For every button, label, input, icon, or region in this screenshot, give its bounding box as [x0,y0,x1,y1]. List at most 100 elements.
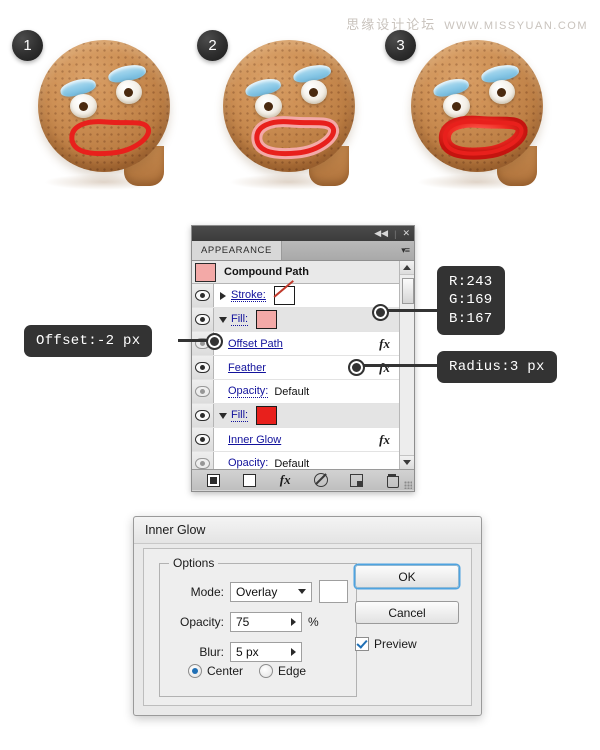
duplicate-item-button[interactable] [339,470,375,490]
row-label-opacity-1[interactable]: Opacity: [228,385,269,398]
clear-appearance-button[interactable] [303,470,339,490]
step-badge-1: 1 [12,30,43,61]
opacity-value: 75 [236,615,250,629]
radio-edge[interactable]: Edge [259,664,306,678]
effect-options-icon[interactable]: fx [379,432,390,448]
radio-edge-dot [259,664,274,678]
callout-offset: Offset:-2 px [24,325,153,358]
row-label-feather[interactable]: Feather [228,362,266,374]
eye-icon [195,386,210,397]
scroll-up-icon[interactable] [400,261,414,275]
fill-swatch-red[interactable] [256,406,278,425]
panel-footer-toolbar: fx [192,470,414,490]
visibility-toggle[interactable] [192,404,214,427]
appearance-row-opacity-1[interactable]: Opacity: Default [192,380,400,404]
radio-center[interactable]: Center [188,664,243,678]
steps-illustration: 1 2 3 [0,28,600,208]
cookie-shadow [229,174,349,190]
eye-right [301,80,327,104]
blur-value: 5 px [236,645,259,659]
stepper-icon[interactable] [291,648,296,656]
visibility-toggle[interactable] [192,380,214,403]
row-label-stroke[interactable]: Stroke: [231,289,266,302]
disclosure-triangle-icon[interactable] [217,292,228,300]
pupil-right [124,88,133,97]
appearance-panel: ◀◀ | ✕ APPEARANCE ▾≡ Compound Path Strok… [191,225,415,492]
panel-menu-icon[interactable]: ▾≡ [401,245,410,256]
opacity-unit: % [308,615,319,629]
tab-appearance[interactable]: APPEARANCE [192,241,282,260]
add-new-effect-icon: fx [279,472,291,487]
chevron-down-icon [298,589,306,594]
stroke-swatch-none[interactable] [273,286,295,305]
resize-grip-icon[interactable] [404,481,412,489]
appearance-row-inner-glow[interactable]: Inner Glow fx [192,428,400,452]
stepper-icon[interactable] [291,618,296,626]
eye-icon [195,434,210,445]
fill-swatch-pink[interactable] [256,310,278,329]
add-new-stroke-icon [207,473,221,487]
blur-label: Blur: [199,645,224,659]
opacity-input[interactable]: 75 [230,612,302,632]
add-new-fill-button[interactable] [232,470,268,490]
visibility-toggle[interactable] [192,428,214,451]
step-illustration-2: 2 [197,28,365,203]
visibility-toggle[interactable] [192,284,214,307]
preview-checkbox[interactable]: Preview [355,637,459,651]
add-new-effect-button[interactable]: fx [267,470,303,490]
options-group: Options Mode: Overlay Opacity: 75 % Blur… [159,556,357,697]
radius-callout-dot [348,359,365,376]
row-label-offset-path[interactable]: Offset Path [228,338,283,350]
panel-tabbar: APPEARANCE ▾≡ [192,241,414,261]
eye-icon [195,362,210,373]
screenshot-root: 思缘设计论坛 WWW.MISSYUAN.COM 1 2 3 ◀◀ | ✕ APP… [0,0,600,750]
cancel-button[interactable]: Cancel [355,601,459,624]
collapse-icon[interactable]: ◀◀ [374,229,388,238]
effect-options-icon[interactable]: fx [379,336,390,352]
disclosure-triangle-icon[interactable] [217,317,228,323]
close-icon[interactable]: ✕ [402,229,410,238]
dialog-buttons: OK Cancel Preview [355,565,459,651]
appearance-row-opacity-2[interactable]: Opacity: Default [192,452,400,469]
eye-right [116,80,142,104]
visibility-toggle[interactable] [192,308,214,331]
row-label-fill-1[interactable]: Fill: [231,313,249,326]
row-label-fill-2[interactable]: Fill: [231,409,249,422]
cookie-shadow [417,174,537,190]
eye-icon [195,458,210,469]
pupil-right [497,88,506,97]
step-illustration-1: 1 [12,28,180,203]
visibility-toggle[interactable] [192,452,214,469]
visibility-toggle[interactable] [192,356,214,379]
cookie-shadow [44,174,164,190]
appearance-row-fill-1[interactable]: Fill: [192,308,400,332]
row-label-inner-glow[interactable]: Inner Glow [228,434,281,446]
glow-position-radios: Center Edge [188,664,306,678]
scrollbar-thumb[interactable] [402,278,414,304]
scroll-down-icon[interactable] [400,455,414,469]
row-label-opacity-2[interactable]: Opacity: [228,457,268,469]
dialog-title: Inner Glow [134,517,481,544]
mode-select[interactable]: Overlay [230,581,312,602]
appearance-row-feather[interactable]: Feather fx [192,356,400,380]
panel-titlebar: ◀◀ | ✕ [192,226,414,241]
appearance-row-fill-2[interactable]: Fill: [192,404,400,428]
blur-input[interactable]: 5 px [230,642,302,662]
opacity-value-1: Default [274,385,310,398]
radio-center-label: Center [207,664,244,678]
glow-color-swatch[interactable] [319,580,348,603]
dialog-content: Options Mode: Overlay Opacity: 75 % Blur… [143,548,472,706]
disclosure-triangle-icon[interactable] [217,413,228,419]
ok-button[interactable]: OK [355,565,459,588]
appearance-row-offset-path[interactable]: Offset Path fx [192,332,400,356]
object-thumbnail [195,262,216,282]
blur-row: Blur: 5 px [160,642,356,662]
appearance-row-stroke[interactable]: Stroke: [192,284,400,308]
radio-edge-label: Edge [278,664,307,678]
mode-label: Mode: [190,584,224,599]
add-new-stroke-button[interactable] [196,470,232,490]
duplicate-item-icon [350,473,364,487]
effect-options-icon[interactable]: fx [379,360,390,376]
offset-callout-dot [206,333,223,350]
appearance-header-row: Compound Path [192,261,400,284]
